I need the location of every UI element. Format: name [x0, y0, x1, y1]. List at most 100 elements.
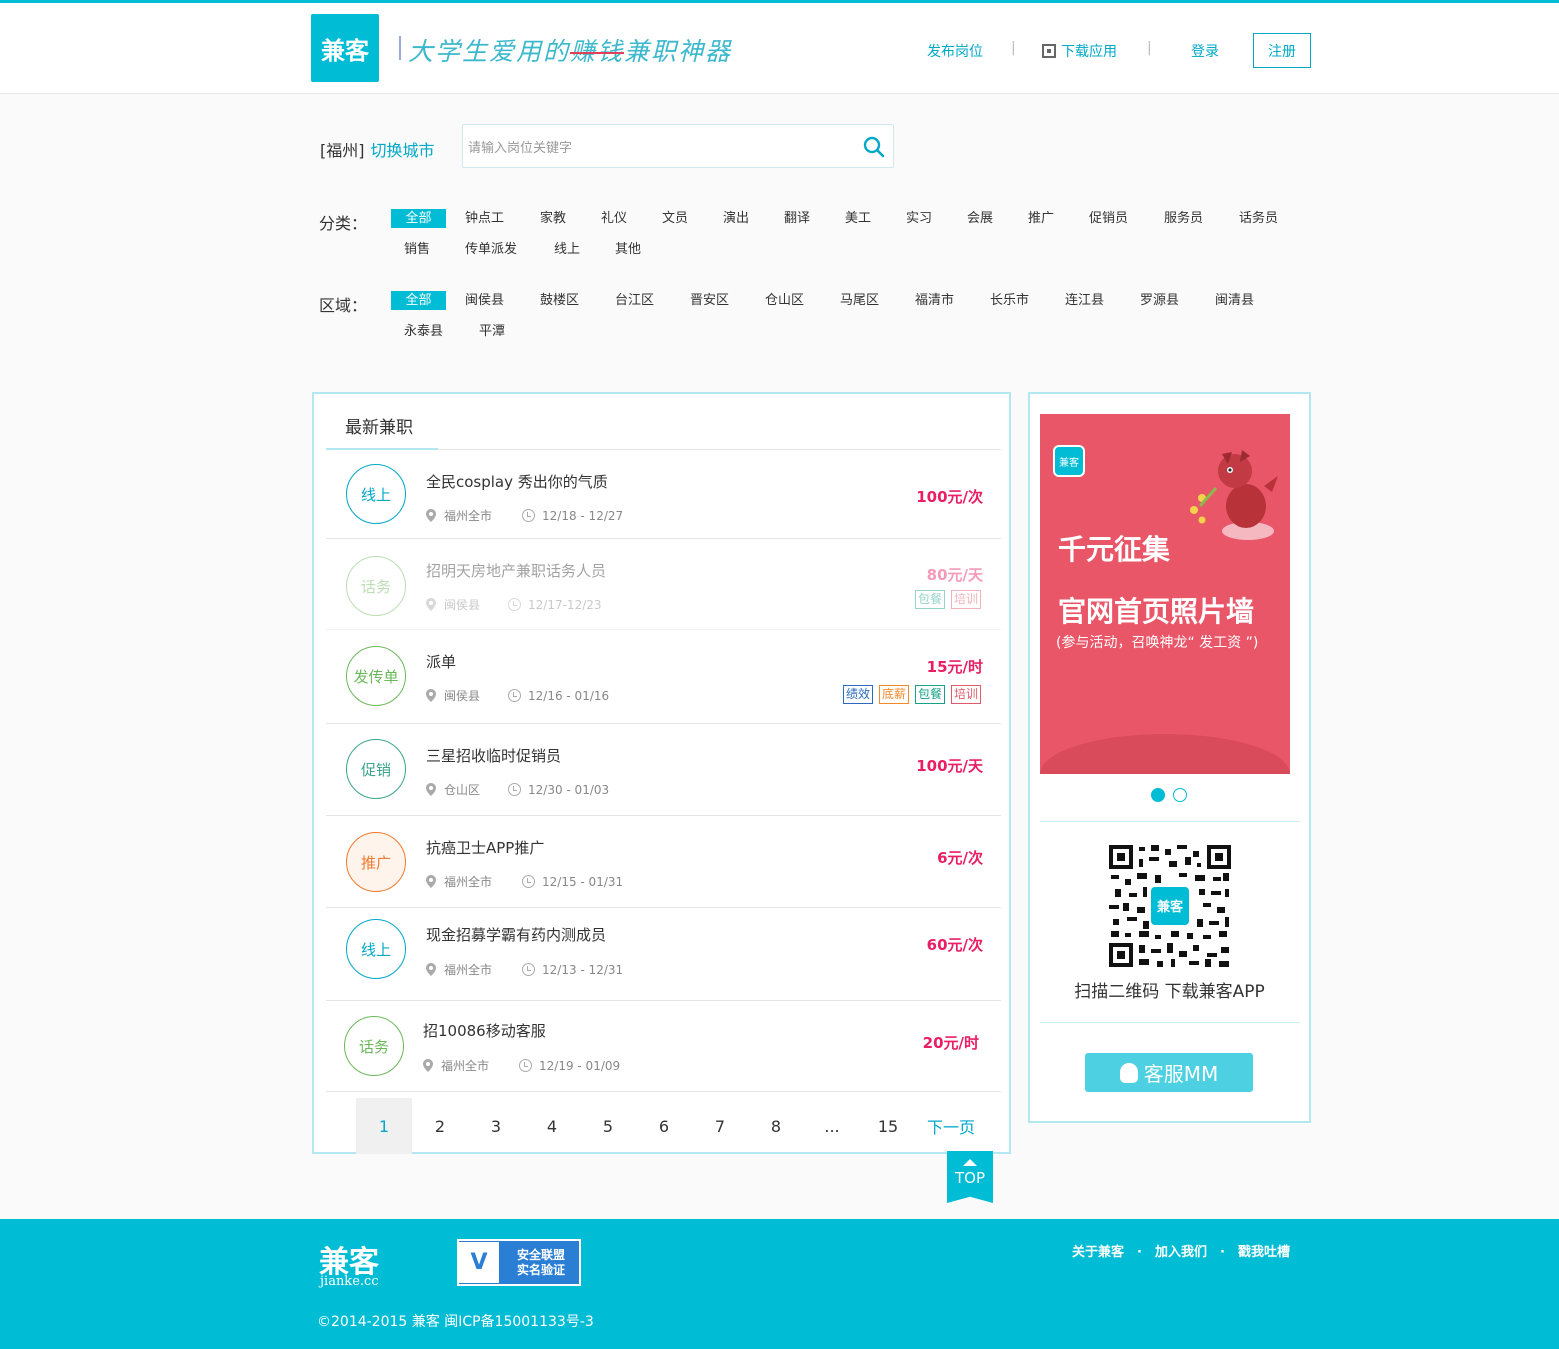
category-chip[interactable]: 推广 — [1028, 209, 1054, 228]
footer-domain: jianke.cc — [320, 1274, 379, 1289]
job-tag: 包餐 — [914, 685, 945, 704]
job-date: 12/15 - 01/31 — [542, 874, 624, 889]
clock-icon — [508, 783, 522, 796]
job-tag: 底薪 — [878, 685, 909, 704]
page-link[interactable]: 4 — [524, 1098, 580, 1154]
page-link[interactable]: 15 — [860, 1098, 916, 1154]
category-chip[interactable]: 实习 — [906, 209, 932, 228]
download-app-link[interactable]: 下载应用 — [1042, 41, 1117, 61]
region-chip[interactable]: 鼓楼区 — [540, 291, 579, 310]
security-badge[interactable]: V 安全联盟 实名验证 — [457, 1239, 581, 1286]
region-chip[interactable]: 永泰县 — [404, 322, 443, 341]
category-chip[interactable]: 演出 — [723, 209, 749, 228]
back-to-top-button[interactable]: TOP — [947, 1151, 993, 1203]
category-chip[interactable]: 文员 — [662, 209, 688, 228]
category-chip[interactable]: 其他 — [615, 240, 641, 259]
job-title[interactable]: 招10086移动客服 — [423, 1020, 546, 1041]
job-title[interactable]: 派单 — [426, 651, 456, 672]
promo-banner[interactable]: 兼客 千元征集 官网首页照片墙 (参与活动，召唤神龙“ 发工资 ”) — [1040, 414, 1290, 774]
job-tag: 绩效 — [842, 685, 873, 704]
nav-separator: | — [1011, 40, 1016, 56]
category-label: 分类： — [319, 214, 368, 233]
category-chip[interactable]: 线上 — [554, 240, 580, 259]
category-chip-all[interactable]: 全部 — [391, 209, 446, 228]
job-price: 60元/次 — [926, 936, 983, 954]
next-page-link[interactable]: 下一页 — [916, 1098, 986, 1154]
region-chip[interactable]: 闽侯县 — [465, 291, 504, 310]
page-link[interactable]: 6 — [636, 1098, 692, 1154]
region-chip[interactable]: 闽清县 — [1215, 291, 1254, 310]
page-link[interactable]: 5 — [580, 1098, 636, 1154]
job-tag: 培训 — [950, 590, 981, 609]
login-link[interactable]: 登录 — [1191, 41, 1219, 61]
job-item[interactable]: 促销 三星招收临时促销员 仓山区 12/30 - 01/03 100元/天 — [326, 725, 1001, 816]
job-date: 12/30 - 01/03 — [528, 782, 610, 797]
carousel-dot[interactable] — [1173, 788, 1187, 802]
region-chip[interactable]: 仓山区 — [765, 291, 804, 310]
region-chip[interactable]: 长乐市 — [990, 291, 1029, 310]
job-category-badge: 发传单 — [346, 646, 406, 706]
job-item[interactable]: 话务 招10086移动客服 福州全市 12/19 - 01/09 20元/时 — [326, 1002, 1001, 1092]
job-item[interactable]: 话务 招明天房地产兼职话务人员 闽侯县 12/17-12/23 80元/天 包餐… — [326, 540, 1001, 630]
region-chip[interactable]: 罗源县 — [1140, 291, 1179, 310]
app-qr-code: 兼客 — [1109, 845, 1231, 967]
register-button[interactable]: 注册 — [1253, 33, 1311, 68]
page-link[interactable]: 3 — [468, 1098, 524, 1154]
category-chip[interactable]: 销售 — [404, 240, 430, 259]
post-job-link[interactable]: 发布岗位 — [927, 41, 983, 61]
job-title[interactable]: 三星招收临时促销员 — [426, 745, 561, 766]
banner-subheadline: 官网首页照片墙 — [1058, 595, 1255, 628]
region-chip-all[interactable]: 全部 — [391, 291, 446, 310]
region-chip[interactable]: 台江区 — [615, 291, 654, 310]
site-logo[interactable]: 兼客 — [311, 14, 379, 82]
category-chip[interactable]: 传单派发 — [465, 240, 517, 259]
region-chip[interactable]: 连江县 — [1065, 291, 1104, 310]
job-location: 福州全市 — [444, 963, 493, 977]
category-chip[interactable]: 礼仪 — [601, 209, 627, 228]
job-item[interactable]: 发传单 派单 闽侯县 12/16 - 01/16 15元/时 绩效 底薪 包餐 … — [326, 631, 1001, 724]
job-item[interactable]: 推广 抗癌卫士APP推广 福州全市 12/15 - 01/31 6元/次 — [326, 817, 1001, 908]
carousel-dot[interactable] — [1151, 788, 1165, 802]
job-title[interactable]: 全民cosplay 秀出你的气质 — [426, 471, 608, 492]
page-link[interactable]: 2 — [412, 1098, 468, 1154]
region-chip[interactable]: 平潭 — [479, 322, 505, 341]
search-box — [462, 124, 894, 168]
city-selector: [福州] 切换城市 — [320, 137, 435, 161]
job-meta: 福州全市 12/19 - 01/09 — [423, 1057, 620, 1074]
category-chip[interactable]: 翻译 — [784, 209, 810, 228]
region-chip[interactable]: 福清市 — [915, 291, 954, 310]
category-chip[interactable]: 促销员 — [1089, 209, 1128, 228]
category-chip[interactable]: 会展 — [967, 209, 993, 228]
join-us-link[interactable]: 加入我们 — [1155, 1245, 1207, 1260]
about-link[interactable]: 关于兼客 — [1072, 1245, 1124, 1260]
search-input[interactable] — [468, 135, 848, 159]
region-chip[interactable]: 马尾区 — [840, 291, 879, 310]
category-chip[interactable]: 话务员 — [1239, 209, 1278, 228]
location-pin-icon — [426, 598, 436, 611]
job-title[interactable]: 抗癌卫士APP推广 — [426, 837, 544, 858]
job-date: 12/18 - 12/27 — [542, 508, 624, 523]
category-chip[interactable]: 钟点工 — [465, 209, 504, 228]
category-chip[interactable]: 家教 — [540, 209, 566, 228]
banner-decoration — [1040, 734, 1290, 774]
slogan-text-strike: 赚钱 — [570, 37, 625, 66]
qr-center-logo: 兼客 — [1157, 899, 1184, 915]
job-title[interactable]: 招明天房地产兼职话务人员 — [426, 560, 606, 581]
category-chip[interactable]: 美工 — [845, 209, 871, 228]
customer-service-button[interactable]: 客服MM — [1085, 1053, 1253, 1092]
search-icon[interactable] — [863, 136, 885, 158]
region-label: 区域： — [319, 296, 368, 315]
region-chip[interactable]: 晋安区 — [690, 291, 729, 310]
job-price: 100元/次 — [916, 488, 983, 506]
job-item[interactable]: 线上 现金招募学霸有药内测成员 福州全市 12/13 - 12/31 60元/次 — [326, 909, 1001, 1001]
page-link[interactable]: 7 — [692, 1098, 748, 1154]
category-chip[interactable]: 服务员 — [1164, 209, 1203, 228]
feedback-link[interactable]: 戳我吐槽 — [1238, 1245, 1290, 1260]
switch-city-link[interactable]: 切换城市 — [371, 141, 435, 160]
job-item[interactable]: 线上 全民cosplay 秀出你的气质 福州全市 12/18 - 12/27 1… — [326, 450, 1001, 539]
page-link[interactable]: 1 — [356, 1098, 412, 1154]
job-title[interactable]: 现金招募学霸有药内测成员 — [426, 924, 606, 945]
slogan-divider — [399, 36, 401, 60]
job-date: 12/13 - 12/31 — [542, 962, 624, 977]
page-link[interactable]: 8 — [748, 1098, 804, 1154]
